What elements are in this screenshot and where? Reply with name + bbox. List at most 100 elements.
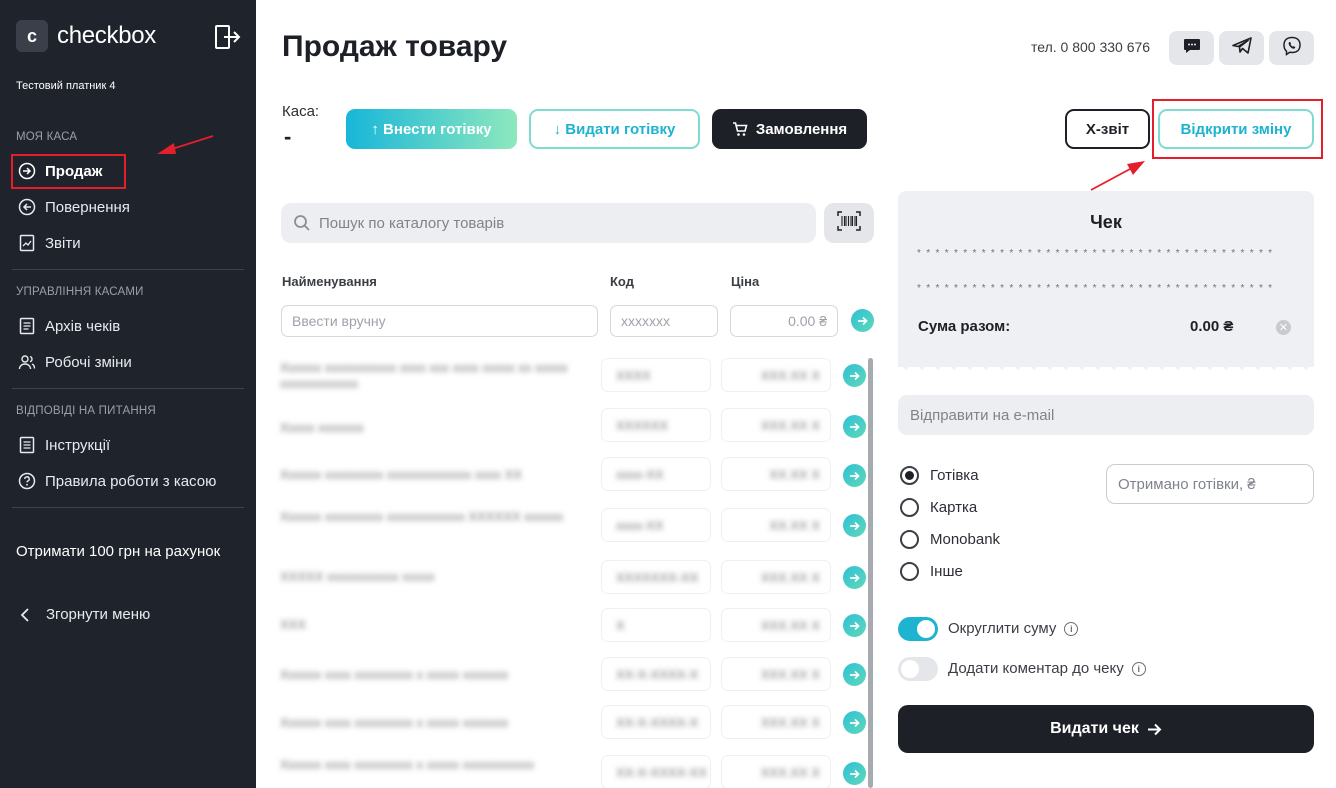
add-manual-button[interactable] <box>851 309 874 332</box>
add-product-button[interactable] <box>843 762 866 785</box>
product-price: XXX.XX X <box>722 561 830 593</box>
product-list-scrollbar[interactable] <box>868 358 873 788</box>
receipt-zigzag-edge <box>898 360 1314 370</box>
product-price: XXX.XX X <box>722 609 830 641</box>
clear-receipt-button[interactable]: ✕ <box>1276 320 1291 335</box>
receipt-sum-value: 0.00 ₴ <box>1190 318 1234 335</box>
payment-option-label: Картка <box>930 499 978 516</box>
add-comment-toggle[interactable] <box>898 657 938 681</box>
payment-option-card[interactable]: Картка <box>900 498 977 517</box>
arrow-right-icon <box>849 573 860 583</box>
add-product-button[interactable] <box>843 614 866 637</box>
manual-code-input[interactable] <box>610 305 718 337</box>
cart-icon <box>732 121 748 137</box>
sidebar-item-rules[interactable]: Правила роботи з касою <box>18 471 216 491</box>
sidebar-item-reports[interactable]: Звіти <box>18 233 81 253</box>
product-code: X <box>602 609 710 641</box>
chat-button[interactable] <box>1169 31 1214 65</box>
telegram-button[interactable] <box>1219 31 1264 65</box>
add-product-button[interactable] <box>843 514 866 537</box>
add-product-button[interactable] <box>843 464 866 487</box>
sidebar-item-label: Звіти <box>45 234 81 252</box>
arrow-right-icon <box>849 769 860 779</box>
promo-link[interactable]: Отримати 100 грн на рахунок <box>16 543 220 560</box>
round-sum-toggle[interactable] <box>898 617 938 641</box>
catalog-search <box>281 203 816 243</box>
product-name: XXX <box>280 617 307 632</box>
payment-option-other[interactable]: Інше <box>900 562 963 581</box>
sidebar-item-instructions[interactable]: Інструкції <box>18 435 110 455</box>
product-code: XX-X-XXXX-X <box>602 658 710 690</box>
email-input[interactable] <box>898 395 1314 435</box>
viber-button[interactable] <box>1269 31 1314 65</box>
telegram-icon <box>1231 36 1252 60</box>
payer-name: Тестовий платник 4 <box>16 80 116 92</box>
sidebar-item-label: Робочі зміни <box>45 353 132 371</box>
sidebar-item-return[interactable]: Повернення <box>18 197 130 217</box>
annotation-box-open-shift <box>1152 99 1323 159</box>
product-name: XXXXX xxxxxxxxxxx xxxxx <box>280 569 435 584</box>
section-title-my-kasa: МОЯ КАСА <box>16 131 78 143</box>
page-title: Продаж товару <box>282 30 508 63</box>
col-header-price: Ціна <box>731 274 760 289</box>
product-price: XX.XX X <box>722 509 830 541</box>
search-input[interactable] <box>319 214 799 232</box>
logo-icon: c <box>16 20 48 52</box>
viber-icon <box>1282 36 1302 61</box>
payment-option-label: Інше <box>930 563 963 580</box>
radio-unchecked <box>900 498 919 517</box>
collapse-menu-button[interactable]: Згорнути меню <box>20 606 150 623</box>
add-product-button[interactable] <box>843 566 866 589</box>
manual-name-input[interactable] <box>281 305 598 337</box>
divider <box>12 388 244 389</box>
info-icon[interactable]: i <box>1064 621 1079 636</box>
logo[interactable]: c checkbox <box>16 20 156 52</box>
payment-option-cash[interactable]: Готівка <box>900 466 979 485</box>
radio-unchecked <box>900 530 919 549</box>
deposit-cash-button[interactable]: ↑ Внести готівку <box>346 109 517 149</box>
product-code: xxxx-XX <box>602 458 710 490</box>
product-code: XXXX <box>602 359 710 391</box>
product-name: Xxxxxx xxxxxxxxxxx xxxx xxx xxxx xxxxx x… <box>280 360 568 391</box>
sidebar-item-label: Інструкції <box>45 436 111 454</box>
barcode-icon <box>837 210 861 236</box>
product-price: XXX.XX X <box>722 658 830 690</box>
sidebar: c checkbox Тестовий платник 4 МОЯ КАСА П… <box>0 0 256 788</box>
toggle-knob <box>901 660 919 678</box>
arrow-right-icon <box>857 316 868 326</box>
question-icon <box>18 472 36 490</box>
add-product-button[interactable] <box>843 364 866 387</box>
logout-icon[interactable] <box>214 24 242 50</box>
col-header-name: Найменування <box>282 274 377 289</box>
report-icon <box>18 234 36 252</box>
info-icon[interactable]: i <box>1131 661 1146 676</box>
add-product-button[interactable] <box>843 415 866 438</box>
x-report-button[interactable]: X-звіт <box>1065 109 1150 149</box>
issue-receipt-button[interactable]: Видати чек <box>898 705 1314 753</box>
support-phone: тел. 0 800 330 676 <box>1031 39 1151 55</box>
add-product-button[interactable] <box>843 711 866 734</box>
arrow-right-icon <box>849 718 860 728</box>
arrow-right-icon <box>849 521 860 531</box>
orders-button[interactable]: Замовлення <box>712 109 867 149</box>
product-name: Xxxxxx xxxxxxxxx xxxxxxxxxxxxx xxxx XX <box>280 467 522 482</box>
sidebar-item-archive[interactable]: Архів чеків <box>18 316 120 336</box>
sidebar-item-label: Повернення <box>45 198 130 216</box>
withdraw-cash-button[interactable]: ↓ Видати готівку <box>529 109 700 149</box>
section-title-faq: ВІДПОВІДІ НА ПИТАННЯ <box>16 405 156 417</box>
product-price: XXX.XX X <box>722 756 830 788</box>
payment-option-monobank[interactable]: Monobank <box>900 530 1000 549</box>
divider <box>12 507 244 508</box>
receipt-title: Чек <box>1090 212 1122 232</box>
add-product-button[interactable] <box>843 663 866 686</box>
cash-received-input[interactable] <box>1106 464 1314 504</box>
product-name: Xxxxxx xxxx xxxxxxxxx x xxxxx xxxxxxxxxx… <box>280 757 535 772</box>
annotation-box-sale <box>11 154 126 189</box>
arrow-right-icon <box>849 670 860 680</box>
manual-price-input[interactable] <box>730 305 838 337</box>
barcode-scan-button[interactable] <box>824 203 874 243</box>
document-icon <box>18 436 36 454</box>
receipt-divider: *************************************** <box>917 283 1278 294</box>
sidebar-item-shifts[interactable]: Робочі зміни <box>18 352 132 372</box>
chevron-left-icon <box>20 607 30 622</box>
